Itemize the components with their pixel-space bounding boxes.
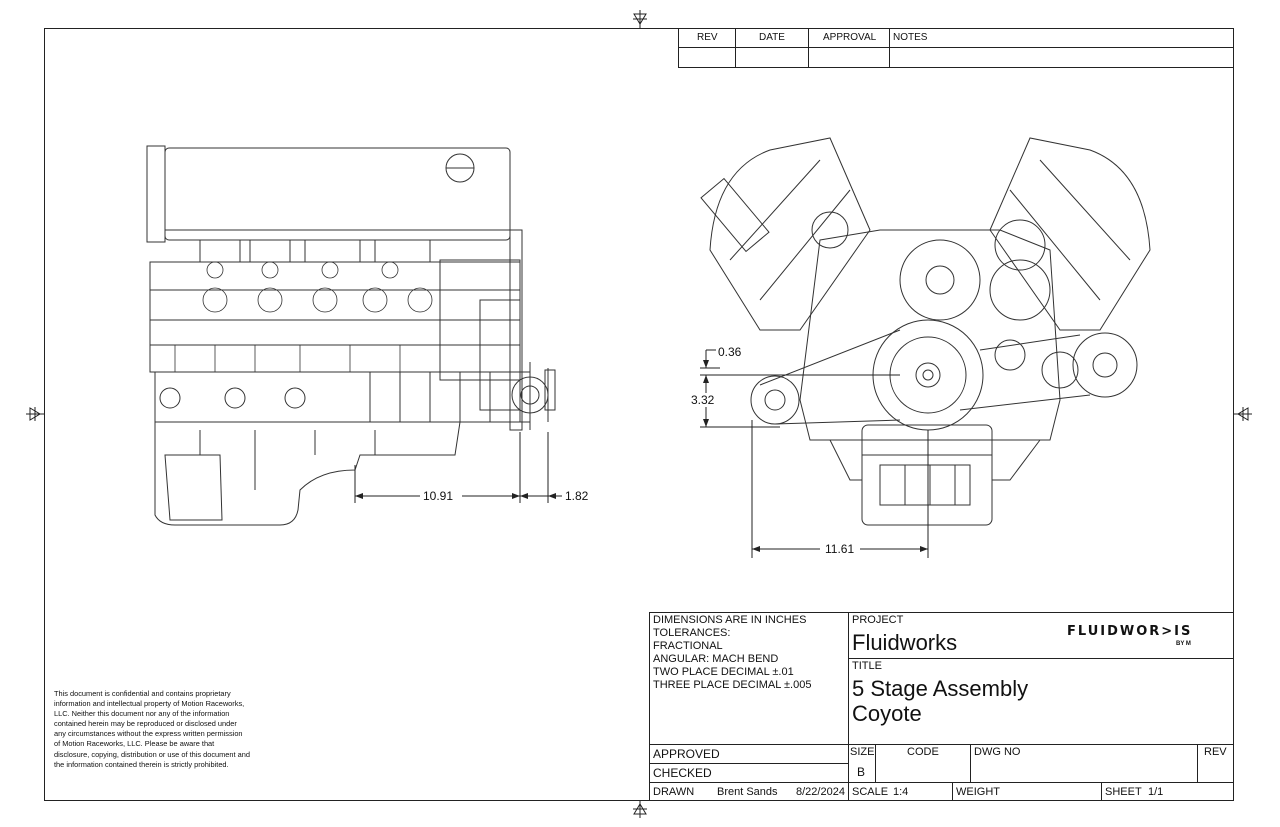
rev-label: REV <box>1204 746 1227 758</box>
dim-side-overhang: 1.82 <box>565 489 589 503</box>
tolerance-line-6: THREE PLACE DECIMAL ±.005 <box>653 679 812 691</box>
dim-front-small: 0.36 <box>718 345 742 359</box>
tolerance-line-5: TWO PLACE DECIMAL ±.01 <box>653 666 794 678</box>
dim-front-height: 3.32 <box>691 393 715 407</box>
dim-front-width: 11.61 <box>825 542 855 556</box>
scale-value: 1:4 <box>893 786 909 798</box>
tolerance-line-4: ANGULAR: MACH BEND <box>653 653 779 665</box>
project-name: Fluidworks <box>852 630 958 655</box>
tolerance-line-1: DIMENSIONS ARE IN INCHES <box>653 614 807 626</box>
scale-label: SCALE <box>852 786 889 798</box>
title-line-2: Coyote <box>852 701 922 726</box>
sheet-value: 1/1 <box>1148 786 1164 798</box>
drawn-by: Brent Sands <box>717 786 778 798</box>
logo-byline: BY M <box>1176 641 1191 647</box>
dwg-no-label: DWG NO <box>974 746 1021 758</box>
approval-header: APPROVAL <box>823 32 877 43</box>
size-label: SIZE <box>850 746 875 758</box>
front-view-dimensions <box>700 349 929 558</box>
notes-header: NOTES <box>893 32 928 43</box>
rev-header: REV <box>697 32 718 43</box>
fluidworks-logo: FLUIDWOR>IS <box>1067 624 1193 639</box>
approved-label: APPROVED <box>653 747 720 761</box>
side-view-engine <box>146 145 556 526</box>
drawn-label: DRAWN <box>653 786 695 798</box>
side-view-dimensions <box>354 432 562 503</box>
drawn-date: 8/22/2024 <box>796 786 845 798</box>
size-value: B <box>857 765 866 779</box>
dim-side-offset: 10.91 <box>423 489 454 503</box>
project-label: PROJECT <box>852 614 904 626</box>
title-line-1: 5 Stage Assembly <box>852 676 1029 701</box>
sheet-label: SHEET <box>1105 786 1142 798</box>
tolerance-line-3: FRACTIONAL <box>653 640 723 652</box>
weight-label: WEIGHT <box>956 786 1000 798</box>
confidentiality-note: This document is confidential and contai… <box>54 689 250 769</box>
title-label: TITLE <box>852 660 882 672</box>
tolerance-line-2: TOLERANCES: <box>653 627 731 639</box>
checked-label: CHECKED <box>653 766 712 780</box>
date-header: DATE <box>759 32 785 43</box>
front-view-engine <box>700 137 1151 526</box>
code-label: CODE <box>907 746 939 758</box>
